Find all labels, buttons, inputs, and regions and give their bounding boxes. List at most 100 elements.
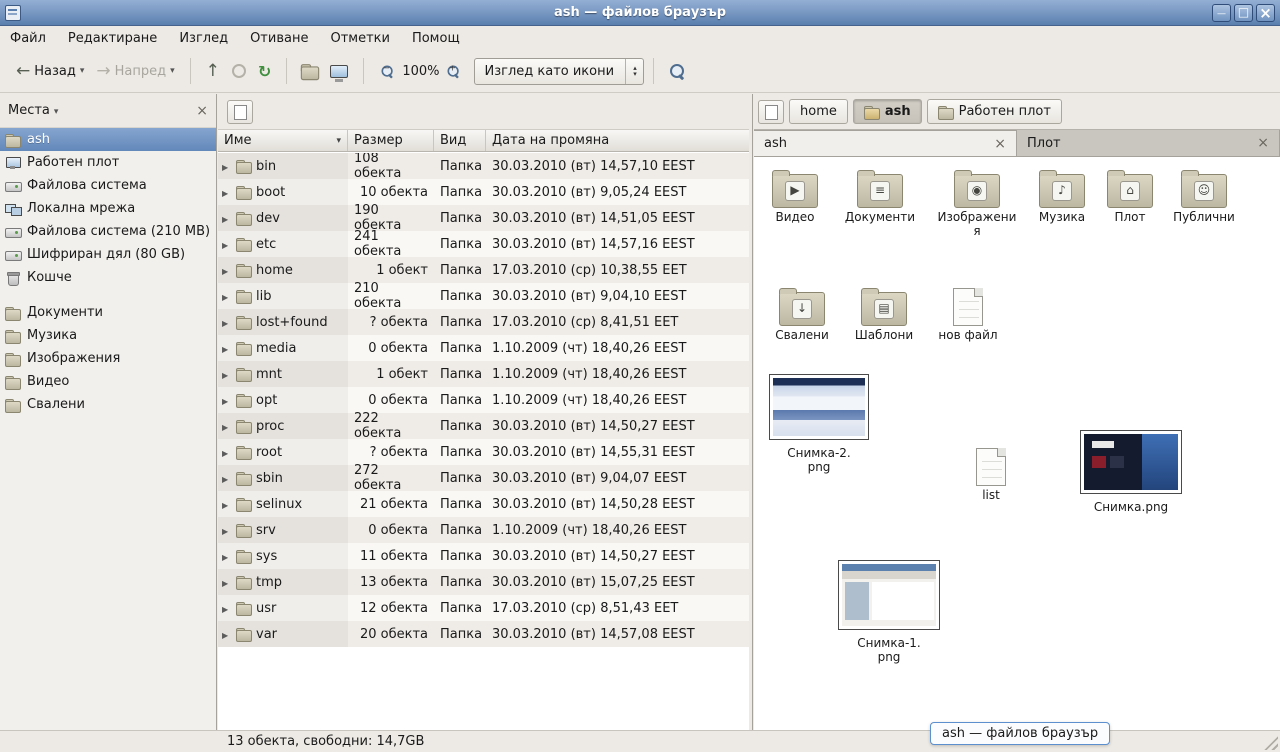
expander-icon[interactable] (222, 263, 232, 278)
close-button[interactable] (1256, 4, 1275, 22)
table-row[interactable]: lost+found ? обекта Папка 17.03.2010 (ср… (218, 309, 749, 335)
computer-button[interactable] (324, 61, 354, 82)
table-row[interactable]: srv 0 обекта Папка 1.10.2009 (чт) 18,40,… (218, 517, 749, 543)
table-row[interactable]: bin 108 обекта Папка 30.03.2010 (вт) 14,… (218, 153, 749, 179)
table-row[interactable]: sys 11 обекта Папка 30.03.2010 (вт) 14,5… (218, 543, 749, 569)
icon-item-music[interactable]: Музика (1024, 168, 1100, 225)
sidebar-item-music[interactable]: Музика (0, 324, 216, 347)
view-mode-spinner-icon[interactable] (625, 59, 643, 84)
menu-go[interactable]: Отиване (250, 31, 308, 46)
tab-close-icon[interactable] (994, 136, 1006, 152)
icon-item-templates[interactable]: Шаблони (844, 286, 924, 343)
up-button[interactable]: ↑ (200, 59, 226, 84)
icon-item-new-file[interactable]: нов файл (930, 284, 1006, 343)
menu-bookmarks[interactable]: Отметки (330, 31, 389, 46)
table-row[interactable]: var 20 обекта Папка 30.03.2010 (вт) 14,5… (218, 621, 749, 647)
expander-icon[interactable] (222, 211, 232, 226)
icon-item-snimka1[interactable]: Снимка-1.png (836, 560, 942, 664)
side-pane-toggle-button[interactable] (227, 100, 253, 124)
icon-item-videos[interactable]: Видео (754, 168, 836, 225)
table-row[interactable]: dev 190 обекта Папка 30.03.2010 (вт) 14,… (218, 205, 749, 231)
icon-item-public[interactable]: Публични (1164, 168, 1244, 225)
reload-button[interactable]: ↻ (252, 58, 277, 85)
tab-ash[interactable]: ash (754, 130, 1017, 156)
pane-splitter[interactable] (749, 94, 753, 730)
path-button-ash[interactable]: ash (853, 99, 922, 124)
menu-file[interactable]: Файл (10, 31, 46, 46)
expander-icon[interactable] (222, 315, 232, 330)
expander-icon[interactable] (222, 575, 232, 590)
table-row[interactable]: sbin 272 обекта Папка 30.03.2010 (вт) 9,… (218, 465, 749, 491)
sidebar-item-desktop[interactable]: Работен плот (0, 151, 216, 174)
column-header-type[interactable]: Вид (434, 130, 486, 151)
path-button-desktop[interactable]: Работен плот (927, 99, 1062, 124)
icon-item-desktop[interactable]: Плот (1094, 168, 1166, 225)
table-row[interactable]: boot 10 обекта Папка 30.03.2010 (вт) 9,0… (218, 179, 749, 205)
icon-item-snimka2[interactable]: Снимка-2.png (768, 374, 870, 474)
table-row[interactable]: proc 222 обекта Папка 30.03.2010 (вт) 14… (218, 413, 749, 439)
expander-icon[interactable] (222, 367, 232, 382)
expander-icon[interactable] (222, 393, 232, 408)
icon-item-snimka[interactable]: Снимка.png (1076, 430, 1186, 515)
menu-help[interactable]: Помощ (412, 31, 460, 46)
back-button[interactable]: ← Назад (10, 59, 90, 84)
expander-icon[interactable] (222, 549, 232, 564)
icon-item-pictures[interactable]: Изображения (934, 168, 1020, 239)
expander-icon[interactable] (222, 471, 232, 486)
expander-icon[interactable] (222, 523, 232, 538)
view-mode-select[interactable]: Изглед като икони (474, 58, 644, 85)
column-header-name[interactable]: Име ▾ (218, 130, 348, 151)
expander-icon[interactable] (222, 237, 232, 252)
table-row[interactable]: opt 0 обекта Папка 1.10.2009 (чт) 18,40,… (218, 387, 749, 413)
table-row[interactable]: root ? обекта Папка 30.03.2010 (вт) 14,5… (218, 439, 749, 465)
maximize-button[interactable] (1234, 4, 1253, 22)
sidebar-item-network[interactable]: Локална мрежа (0, 197, 216, 220)
expander-icon[interactable] (222, 445, 232, 460)
table-row[interactable]: selinux 21 обекта Папка 30.03.2010 (вт) … (218, 491, 749, 517)
table-row[interactable]: lib 210 обекта Папка 30.03.2010 (вт) 9,0… (218, 283, 749, 309)
resize-grip[interactable] (1264, 736, 1278, 750)
table-row[interactable]: etc 241 обекта Папка 30.03.2010 (вт) 14,… (218, 231, 749, 257)
search-button[interactable] (663, 59, 692, 84)
sidebar-item-documents[interactable]: Документи (0, 301, 216, 324)
icon-item-documents[interactable]: Документи (838, 168, 922, 225)
sidebar-close-button[interactable] (196, 103, 208, 119)
sidebar-item-ash[interactable]: ash (0, 128, 216, 151)
sidebar-chevron-icon[interactable] (54, 103, 59, 118)
expander-icon[interactable] (222, 185, 232, 200)
path-pane-button[interactable] (758, 100, 784, 124)
icon-item-downloads[interactable]: Свалени (761, 286, 843, 343)
sidebar-item-filesystem[interactable]: Файлова система (0, 174, 216, 197)
expander-icon[interactable] (222, 289, 232, 304)
sidebar-item-videos[interactable]: Видео (0, 370, 216, 393)
expander-icon[interactable] (222, 419, 232, 434)
table-row[interactable]: home 1 обект Папка 17.03.2010 (ср) 10,38… (218, 257, 749, 283)
title-bar[interactable]: ash — файлов браузър (0, 0, 1280, 26)
icon-view[interactable]: Видео Документи Изображения Музика Плот … (754, 158, 1280, 730)
stop-button[interactable] (226, 60, 252, 82)
back-history-chevron-icon[interactable] (80, 66, 85, 76)
expander-icon[interactable] (222, 627, 232, 642)
zoom-in-button[interactable]: + (439, 59, 468, 84)
sidebar-item-pictures[interactable]: Изображения (0, 347, 216, 370)
table-row[interactable]: usr 12 обекта Папка 17.03.2010 (ср) 8,51… (218, 595, 749, 621)
expander-icon[interactable] (222, 497, 232, 512)
icon-item-list[interactable]: list (952, 444, 1030, 503)
sidebar-item-filesystem-210mb[interactable]: Файлова система (210 MB) (0, 220, 216, 243)
tab-plot[interactable]: Плот (1017, 130, 1280, 156)
expander-icon[interactable] (222, 601, 232, 616)
forward-button[interactable]: → Напред (90, 59, 180, 84)
column-header-date[interactable]: Дата на промяна (486, 130, 749, 151)
table-row[interactable]: tmp 13 обекта Папка 30.03.2010 (вт) 15,0… (218, 569, 749, 595)
sidebar-item-trash[interactable]: Кошче (0, 266, 216, 289)
tab-close-icon[interactable] (1257, 135, 1269, 151)
home-button[interactable] (296, 59, 324, 83)
table-row[interactable]: media 0 обекта Папка 1.10.2009 (чт) 18,4… (218, 335, 749, 361)
menu-edit[interactable]: Редактиране (68, 31, 157, 46)
minimize-button[interactable] (1212, 4, 1231, 22)
table-row[interactable]: mnt 1 обект Папка 1.10.2009 (чт) 18,40,2… (218, 361, 749, 387)
expander-icon[interactable] (222, 341, 232, 356)
path-button-home[interactable]: home (789, 99, 848, 124)
menu-view[interactable]: Изглед (179, 31, 228, 46)
column-header-size[interactable]: Размер (348, 130, 434, 151)
